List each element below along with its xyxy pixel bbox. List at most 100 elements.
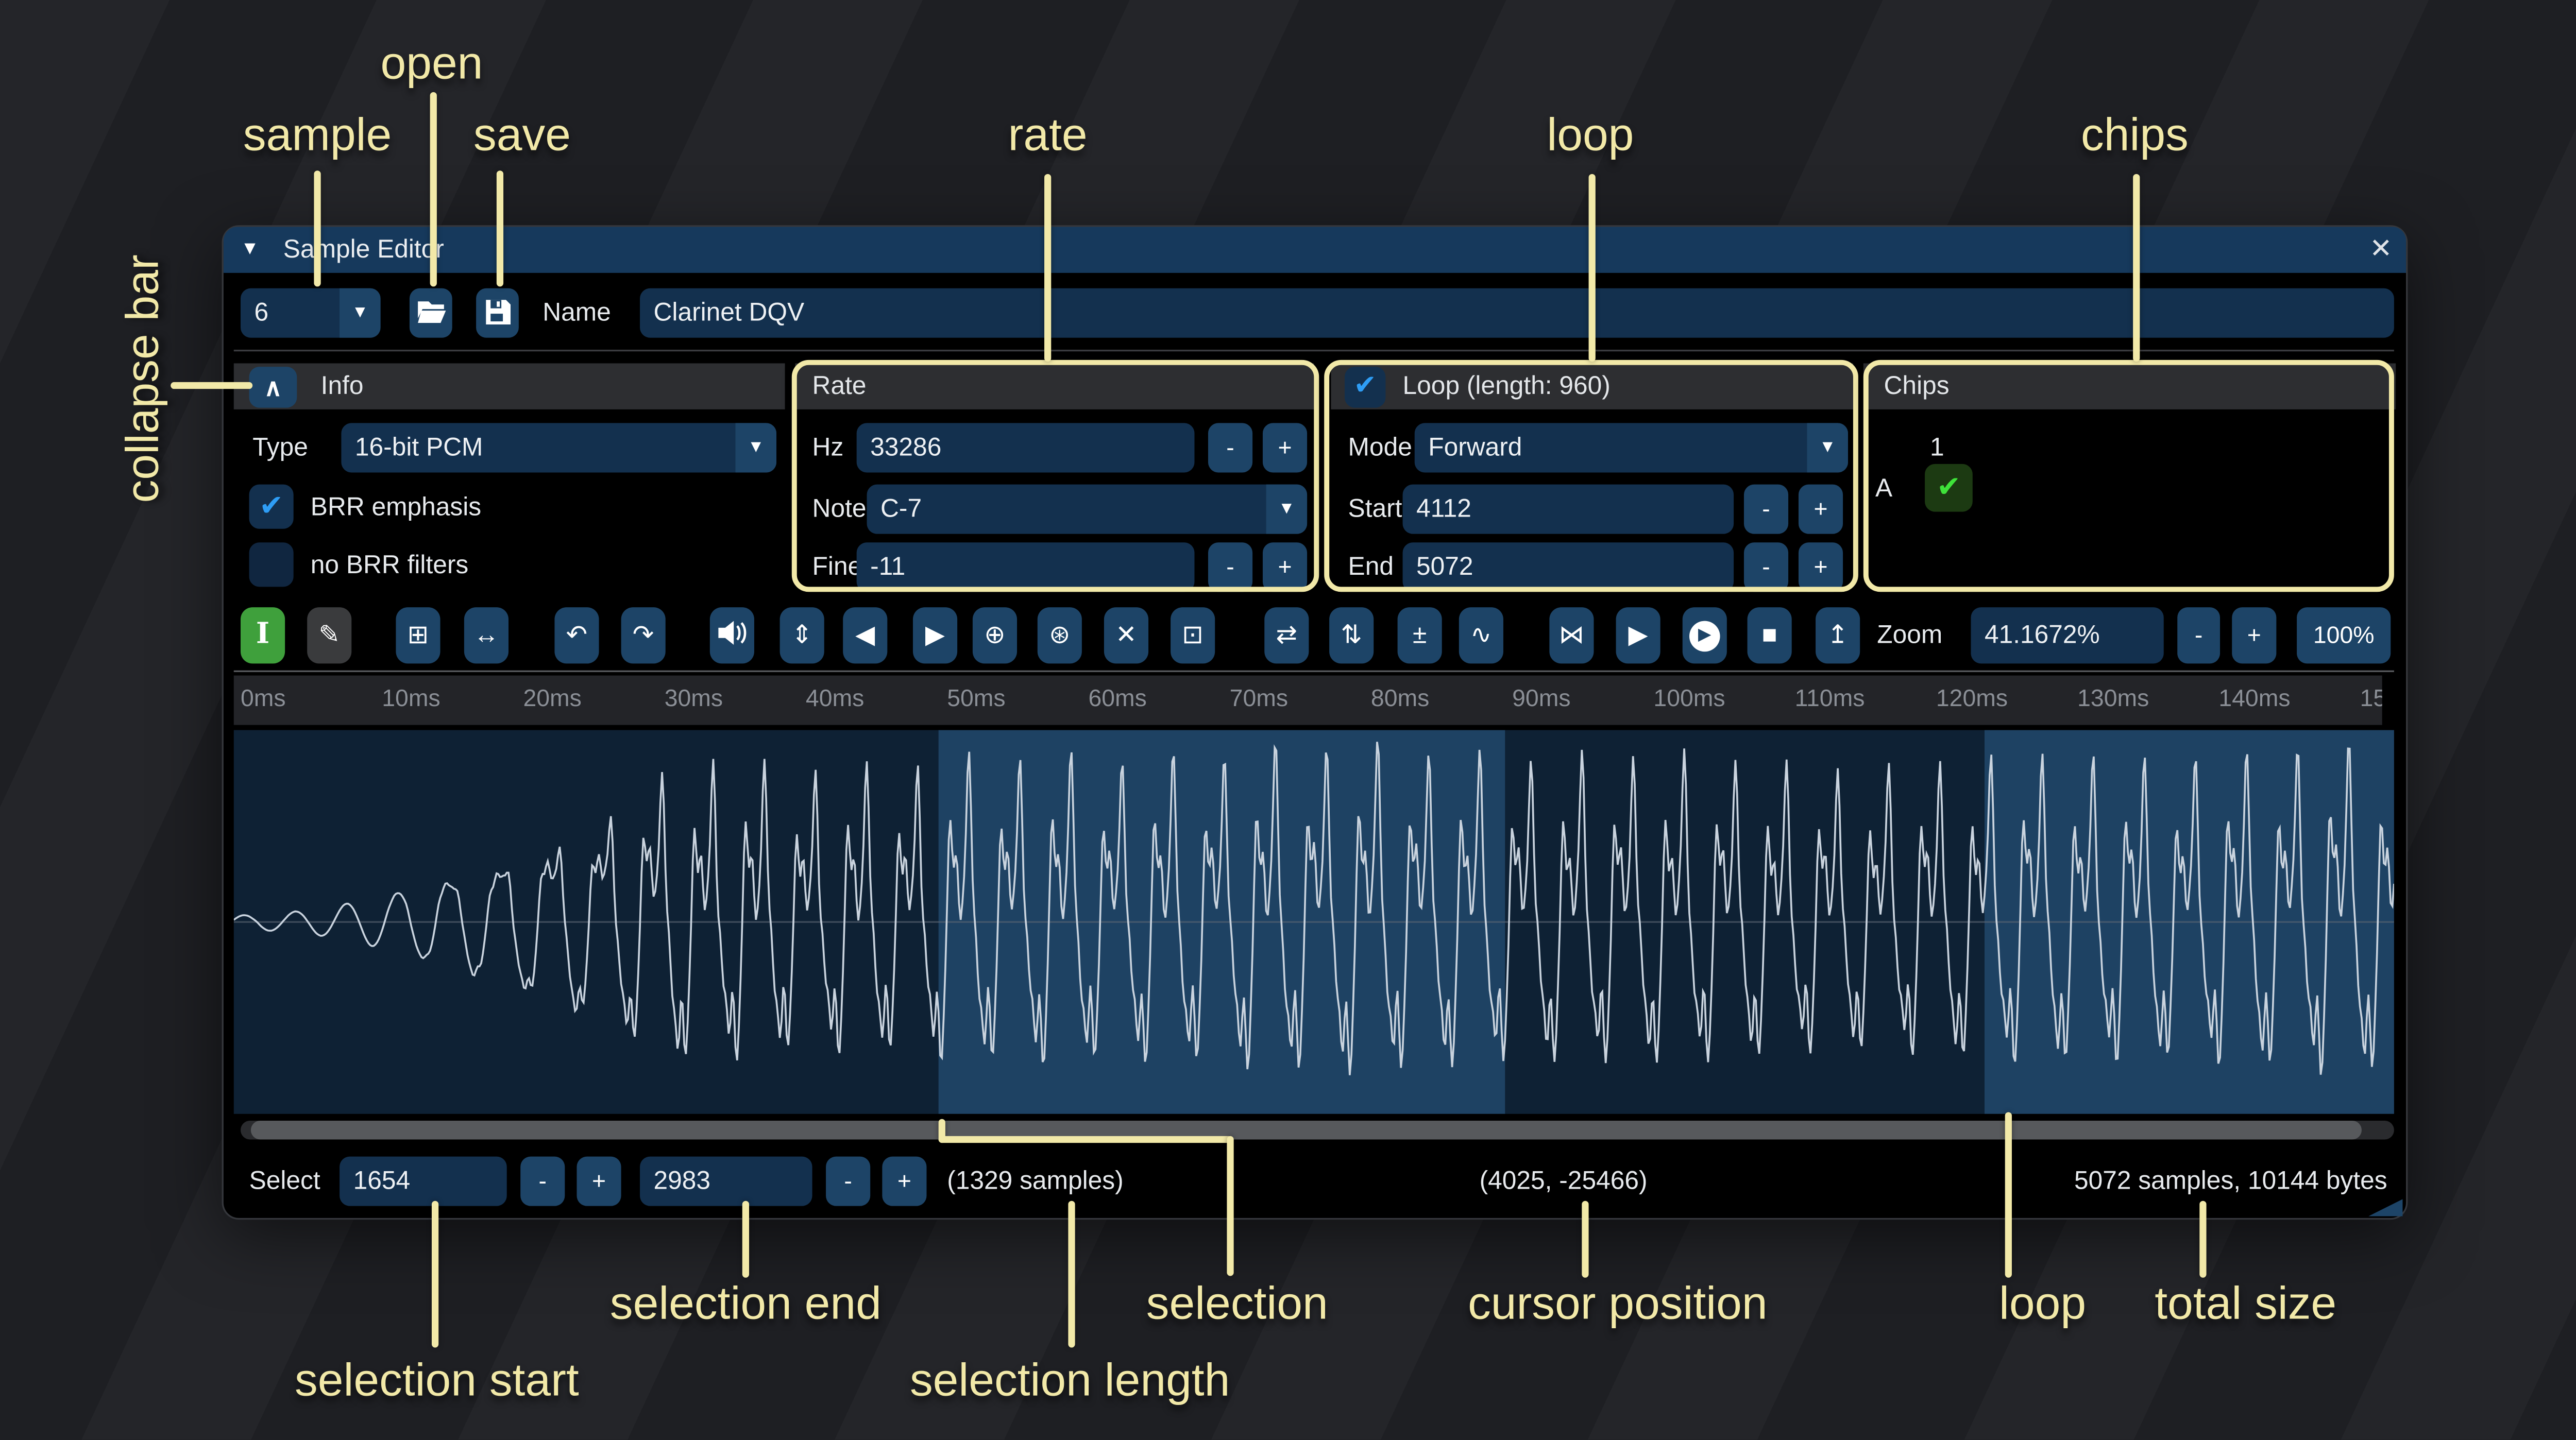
name-label: Name (543, 288, 611, 338)
ruler-label: 20ms (523, 684, 581, 711)
open-folder-icon (415, 305, 446, 334)
selection-end-minus-button[interactable]: - (826, 1157, 870, 1206)
annotation-selection-length: selection length (910, 1355, 1230, 1408)
collapse-bar-button[interactable]: ∧ (249, 367, 297, 407)
resample-button[interactable]: ↔ (464, 607, 509, 663)
play-circle-button[interactable]: ▶ (1683, 607, 1727, 663)
annotation-sample: sample (243, 109, 392, 162)
annotation-line-total-size (2199, 1201, 2206, 1278)
zoom-reset-button[interactable]: 100% (2297, 607, 2391, 663)
annotation-selection-start: selection start (295, 1355, 579, 1408)
time-ruler[interactable]: 0ms10ms20ms30ms40ms50ms60ms70ms80ms90ms1… (234, 676, 2382, 725)
insert-silence-button[interactable]: ⊕ (973, 607, 1017, 663)
delete-button[interactable]: ✕ (1104, 607, 1148, 663)
preview-play-button[interactable]: ▶ (1616, 607, 1660, 663)
annotation-rate: rate (1008, 109, 1088, 162)
sample-number-dropdown[interactable]: 6 ▼ (241, 288, 381, 338)
redo-button[interactable]: ↷ (621, 607, 666, 663)
annotation-loop-top: loop (1547, 109, 1634, 162)
annotation-line-open (430, 92, 436, 287)
insert-silence-icon: ⊕ (984, 621, 1006, 650)
export-button[interactable]: ↥ (1816, 607, 1860, 663)
fade-in-icon: ◀ (855, 621, 875, 650)
ruler-label: 110ms (1795, 684, 1865, 711)
window-titlebar[interactable]: ▼ Sample Editor ✕ (224, 227, 2406, 273)
ruler-label: 70ms (1230, 684, 1288, 711)
ruler-label: 40ms (806, 684, 864, 711)
save-button[interactable] (476, 288, 519, 338)
no-brr-filters-label: no BRR filters (311, 541, 468, 590)
zoom-input[interactable]: 41.1672% (1971, 607, 2163, 663)
select-label: Select (249, 1157, 320, 1206)
zoom-in-button[interactable]: + (2232, 607, 2276, 663)
amplify-speaker-button[interactable] (710, 607, 754, 663)
ruler-label: 60ms (1088, 684, 1146, 711)
crossfade-button[interactable]: ⋈ (1549, 607, 1594, 663)
sample-number-value: 6 (241, 299, 268, 328)
annotation-line-loop-top (1589, 174, 1595, 362)
ruler-label: 130ms (2077, 684, 2149, 711)
resize-grip[interactable] (2368, 1199, 2402, 1216)
normalize-button[interactable]: ⇕ (780, 607, 824, 663)
selection-start-minus-button[interactable]: - (520, 1157, 565, 1206)
window-collapse-icon[interactable]: ▼ (241, 239, 259, 260)
scrollbar-thumb[interactable] (251, 1121, 2362, 1139)
ruler-label: 0ms (241, 684, 286, 711)
fade-in-button[interactable]: ◀ (843, 607, 887, 663)
open-button[interactable] (410, 288, 452, 338)
selection-start-plus-button[interactable]: + (577, 1157, 621, 1206)
waveform-display[interactable] (234, 730, 2394, 1114)
trim-icon: ⊡ (1182, 621, 1204, 650)
annotation-selection-end: selection end (610, 1278, 882, 1331)
type-dropdown[interactable]: 16-bit PCM ▼ (341, 423, 776, 472)
no-brr-filters-checkbox[interactable] (249, 542, 294, 587)
ruler-label: 90ms (1512, 684, 1570, 711)
annotation-total-size: total size (2155, 1278, 2336, 1331)
apply-silence-button[interactable]: ⊛ (1038, 607, 1082, 663)
delete-icon: ✕ (1115, 621, 1137, 650)
save-floppy-icon (482, 305, 513, 334)
annotation-line-rate (1044, 174, 1050, 362)
total-size-text: 5072 samples, 10144 bytes (2074, 1157, 2387, 1206)
selection-end-value: 2983 (640, 1167, 710, 1195)
resample-icon: ↔ (473, 621, 499, 650)
annotation-box-chips (1863, 360, 2394, 592)
type-value: 16-bit PCM (341, 433, 483, 462)
filter-button[interactable]: ∿ (1459, 607, 1503, 663)
selection-end-input[interactable]: 2983 (640, 1157, 812, 1206)
cursor-position-text: (4025, -25466) (1480, 1157, 1648, 1206)
annotation-line-selection-end (742, 1201, 749, 1278)
pencil-button[interactable]: ✎ (307, 607, 351, 663)
stop-button[interactable]: ■ (1748, 607, 1792, 663)
pencil-icon: ✎ (318, 621, 340, 650)
edit-cursor-button[interactable]: I (241, 607, 285, 663)
invert-button[interactable]: ⇅ (1329, 607, 1374, 663)
brr-emphasis-checkbox[interactable]: ✔ (249, 485, 294, 529)
selection-end-plus-button[interactable]: + (882, 1157, 926, 1206)
trim-button[interactable]: ⊡ (1171, 607, 1215, 663)
close-icon[interactable]: ✕ (2369, 232, 2392, 266)
fade-out-button[interactable]: ▶ (913, 607, 957, 663)
selection-start-input[interactable]: 1654 (340, 1157, 507, 1206)
waveform-trace (234, 730, 2394, 1114)
check-icon: ✔ (259, 490, 283, 522)
selection-length-text: (1329 samples) (947, 1157, 1123, 1206)
undo-button[interactable]: ↶ (554, 607, 599, 663)
name-input[interactable]: Clarinet DQV (640, 288, 2394, 338)
signed-unsigned-button[interactable]: ± (1398, 607, 1442, 663)
crossfade-icon: ⋈ (1559, 621, 1585, 650)
preview-play-icon: ▶ (1628, 621, 1648, 650)
name-value: Clarinet DQV (640, 299, 804, 328)
reverse-icon: ⇄ (1276, 621, 1297, 650)
annotation-line-collapse-bar (171, 382, 252, 388)
horizontal-scrollbar[interactable] (241, 1121, 2394, 1139)
chevron-down-icon[interactable]: ▼ (340, 288, 380, 338)
zoom-out-button[interactable]: - (2177, 607, 2220, 663)
annotation-line-save (497, 170, 503, 286)
resize-button[interactable]: ⊞ (396, 607, 440, 663)
edit-cursor-icon: I (256, 618, 269, 652)
stop-icon: ■ (1762, 621, 1777, 650)
chevron-down-icon[interactable]: ▼ (736, 423, 776, 472)
reverse-button[interactable]: ⇄ (1264, 607, 1309, 663)
invert-icon: ⇅ (1341, 621, 1362, 650)
